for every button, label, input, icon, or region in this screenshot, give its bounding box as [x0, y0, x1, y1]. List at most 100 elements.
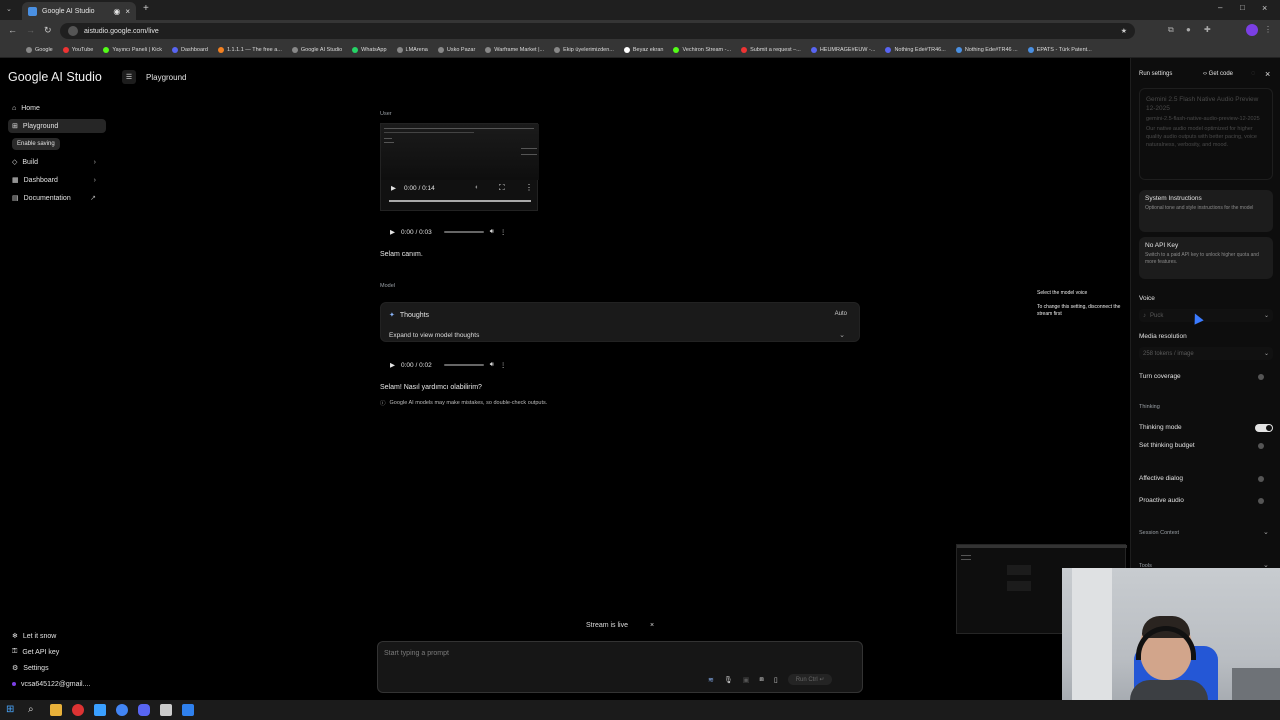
app-logo[interactable]: Google AI Studio: [8, 70, 102, 84]
user-video-player[interactable]: ▶ 0:00 / 0:14 ◐ ⛶ ⋮: [380, 123, 539, 211]
run-button[interactable]: Run Ctrl ↵: [787, 674, 833, 685]
close-stream-icon[interactable]: ×: [650, 622, 654, 629]
system-instructions-card[interactable]: System Instructions Optional tone and st…: [1139, 190, 1273, 232]
sidebar-item-account[interactable]: vcsa645122@gmail....: [8, 677, 106, 691]
thinking-budget-toggle[interactable]: [1255, 442, 1273, 450]
bookmark-item[interactable]: EPATS - Türk Patent...: [1027, 46, 1092, 53]
prompt-box[interactable]: Start typing a prompt ≋ 🎙︎ ▣ ⧈ ▯ Run Ctr…: [377, 641, 863, 693]
sidebar-item-playground[interactable]: ⊞ Playground: [8, 119, 106, 133]
expand-thoughts-text[interactable]: Expand to view model thoughts: [389, 332, 479, 339]
close-panel-icon[interactable]: ×: [1265, 69, 1270, 79]
close-tab-icon[interactable]: ×: [125, 7, 130, 16]
bookmark-item[interactable]: Nothing Ede#TR46...: [885, 46, 946, 53]
sidebar-item-get-api-key[interactable]: ⚿ Get API key: [8, 645, 106, 659]
bookmark-item[interactable]: Vechiron Stream -...: [673, 46, 731, 53]
bookmark-item[interactable]: Usko Pazar: [437, 46, 475, 53]
enable-saving-button[interactable]: Enable saving: [12, 138, 60, 150]
maximize-icon[interactable]: □: [1240, 3, 1245, 12]
refresh-icon[interactable]: ◌: [1251, 70, 1255, 77]
address-bar[interactable]: aistudio.google.com/live ★: [60, 23, 1135, 39]
puzzle-icon[interactable]: ✚: [1204, 25, 1211, 34]
extensions-icon[interactable]: ⧉: [1168, 25, 1174, 35]
user-audio-player[interactable]: ▶ 0:00 / 0:03 🔊︎ ⋮: [380, 222, 528, 242]
app-icon[interactable]: [94, 704, 106, 716]
bookmark-item[interactable]: Beyaz ekran: [623, 46, 663, 53]
sidebar-item-home[interactable]: ⌂ Home: [8, 101, 106, 115]
play-icon[interactable]: ▶: [390, 361, 395, 369]
chevron-down-icon[interactable]: ⌄: [1263, 528, 1269, 536]
volume-icon[interactable]: 🔊︎: [490, 361, 494, 369]
session-context-section[interactable]: Session Context: [1139, 530, 1179, 536]
camera-icon[interactable]: ▣: [743, 676, 750, 684]
sidebar-item-dashboard[interactable]: ▦ Dashboard ›: [8, 173, 106, 187]
chevron-down-icon[interactable]: ⌄: [839, 331, 845, 339]
back-icon[interactable]: ←: [8, 25, 17, 35]
media-resolution-select[interactable]: 258 tokens / image ⌄: [1139, 347, 1273, 360]
app-icon[interactable]: [182, 704, 194, 716]
audio-wave-icon[interactable]: ≋: [708, 676, 714, 684]
mute-icon[interactable]: ◐: [475, 184, 479, 191]
sidebar-item-documentation[interactable]: ▤ Documentation ↗: [8, 191, 106, 205]
file-explorer-icon[interactable]: [50, 704, 62, 716]
bookmark-item[interactable]: 1.1.1.1 — The free a...: [217, 46, 282, 53]
bookmark-item[interactable]: Nothing Ede#TR46 ...: [955, 46, 1018, 53]
bookmark-item[interactable]: YouTube: [62, 46, 93, 53]
model-audio-player[interactable]: ▶ 0:00 / 0:02 🔊︎ ⋮: [380, 355, 528, 375]
sidebar-item-settings[interactable]: ⚙ Settings: [8, 661, 106, 675]
sidebar-item-let-it-snow[interactable]: ❄ Let it snow: [8, 629, 106, 643]
profile-avatar[interactable]: [1246, 24, 1258, 36]
bookmark-item[interactable]: HEUMRAGE#EUW -...: [810, 46, 875, 53]
start-icon[interactable]: ⊞: [6, 704, 18, 716]
thinking-mode-toggle[interactable]: [1255, 424, 1273, 432]
bookmark-item[interactable]: Dashboard: [172, 46, 208, 53]
affective-dialog-toggle[interactable]: [1255, 475, 1273, 483]
more-options-icon[interactable]: ⋮: [500, 361, 507, 369]
browser-menu-icon[interactable]: ⋮: [1264, 25, 1272, 34]
model-card[interactable]: Gemini 2.5 Flash Native Audio Preview 12…: [1139, 88, 1273, 180]
discord-icon[interactable]: [138, 704, 150, 716]
screen-share-icon[interactable]: ⧈: [759, 676, 763, 684]
forward-icon[interactable]: →: [26, 25, 35, 35]
more-options-icon[interactable]: ⋮: [525, 183, 533, 192]
chrome-icon[interactable]: [116, 704, 128, 716]
thoughts-panel[interactable]: ✦ Thoughts Auto Expand to view model tho…: [380, 302, 860, 342]
video-progress-bar[interactable]: [389, 200, 531, 202]
menu-toggle-icon[interactable]: ☰: [122, 70, 136, 84]
extension-icon[interactable]: ●: [1186, 25, 1191, 34]
fullscreen-icon[interactable]: ⛶: [499, 183, 505, 193]
search-icon[interactable]: ⌕: [28, 704, 40, 716]
tab-list-icon[interactable]: ⌄: [6, 5, 12, 13]
close-window-icon[interactable]: ×: [1262, 3, 1267, 13]
bookmark-item[interactable]: Warframe Market |...: [485, 46, 544, 53]
app-icon[interactable]: [160, 704, 172, 716]
minimize-icon[interactable]: –: [1218, 3, 1222, 12]
proactive-audio-toggle[interactable]: [1255, 497, 1273, 505]
bookmark-star-icon[interactable]: ★: [1121, 27, 1127, 35]
new-tab-icon[interactable]: +: [143, 3, 149, 14]
play-icon[interactable]: ▶: [390, 228, 395, 236]
voice-select[interactable]: ♪ Puck ⌄: [1139, 309, 1273, 322]
bookmark-item[interactable]: Submit a request –...: [741, 46, 801, 53]
reload-icon[interactable]: ↻: [44, 25, 52, 36]
site-info-icon[interactable]: [68, 26, 78, 36]
bookmark-item[interactable]: WhatsApp: [352, 46, 387, 53]
more-options-icon[interactable]: ⋮: [500, 228, 507, 236]
bookmark-item[interactable]: Ekip üyelerimizden...: [554, 46, 614, 53]
speaker-icon[interactable]: ◉: [113, 7, 120, 16]
bookmark-item[interactable]: Yayıncı Paneli | Kick: [103, 46, 162, 53]
volume-icon[interactable]: 🔊︎: [490, 228, 494, 236]
audio-progress-bar[interactable]: [443, 364, 484, 366]
bookmark-item[interactable]: LMArena: [396, 46, 428, 53]
prompt-input[interactable]: Start typing a prompt: [384, 650, 449, 657]
bookmark-item[interactable]: Google AI Studio: [291, 46, 342, 53]
tab-ai-studio[interactable]: Google AI Studio ◉ ×: [22, 2, 136, 20]
upload-file-icon[interactable]: ▯: [774, 676, 778, 684]
microphone-icon[interactable]: 🎙︎: [724, 676, 733, 684]
get-code-button[interactable]: ‹› Get code: [1203, 71, 1233, 77]
bookmark-item[interactable]: Google: [26, 46, 53, 53]
app-icon[interactable]: [72, 704, 84, 716]
play-icon[interactable]: ▶: [391, 184, 396, 192]
audio-progress-bar[interactable]: [443, 231, 484, 233]
sidebar-item-build[interactable]: ◇ Build ›: [8, 155, 106, 169]
turn-coverage-toggle[interactable]: [1255, 373, 1273, 381]
